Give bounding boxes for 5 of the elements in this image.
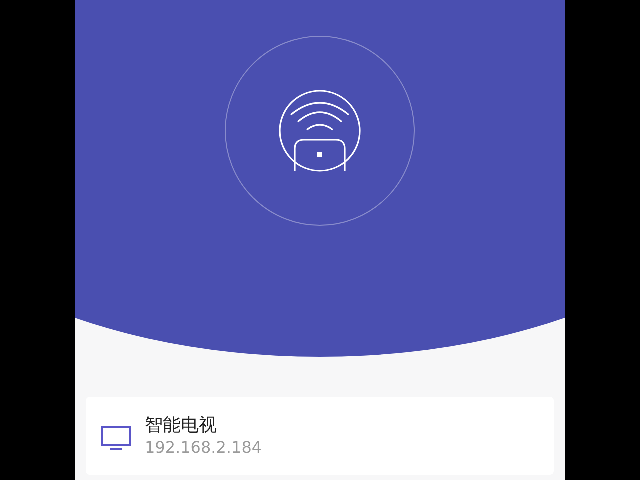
device-name: 智能电视 [145,414,218,438]
device-card[interactable]: 智能电视 192.168.2.184 [86,397,554,475]
tv-icon [101,426,131,450]
wifi-remote-icon [278,89,362,173]
device-ip: 192.168.2.184 [145,438,262,458]
